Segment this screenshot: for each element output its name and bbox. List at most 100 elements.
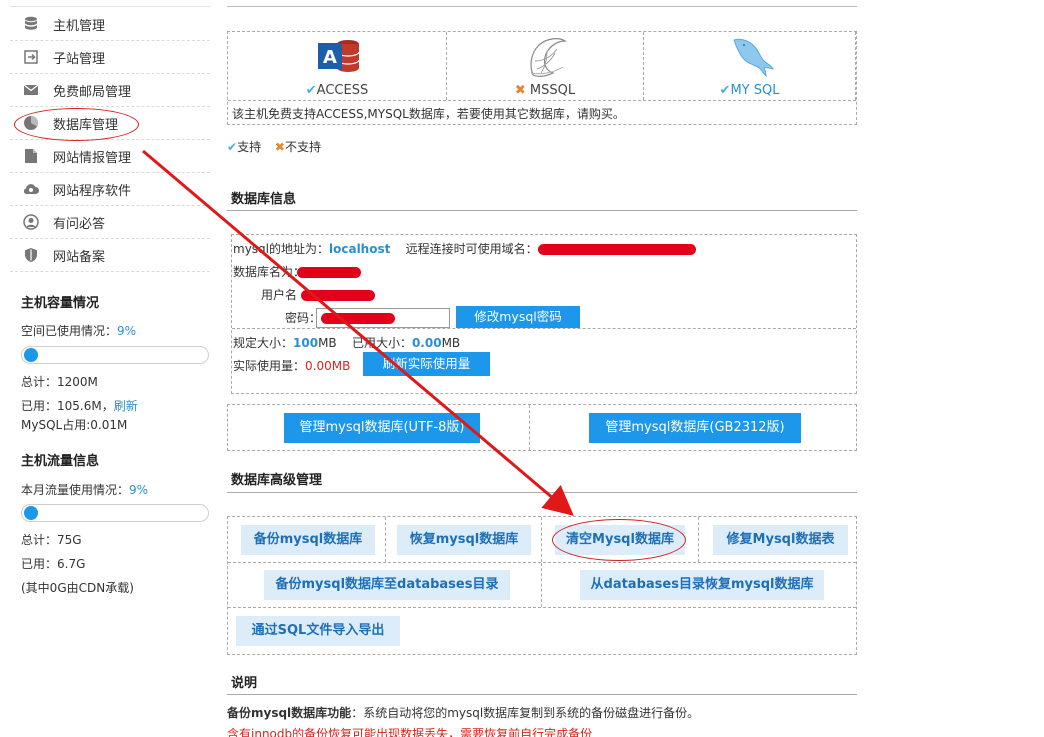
advanced-cell: 从databases目录恢复mysql数据库 [542,563,856,607]
advanced-management-title: 数据库高级管理 [231,473,323,488]
refresh-actual-usage-button[interactable]: 刷新实际使用量 [363,352,490,376]
username-line: 用户名 [261,286,376,303]
description-title: 说明 [231,676,258,691]
capacity-used-label: 空间已使用情况：9% [21,324,137,338]
advanced-cell: 备份mysql数据库至databases目录 [228,563,542,607]
sidebar-item-host-management[interactable]: 主机管理 [10,8,210,41]
sidebar-item-site-info-management[interactable]: 网站情报管理 [10,140,210,173]
database-info-panel: mysql的地址为：localhost 远程连接时可使用域名： 数据库名为： 用… [231,234,857,394]
sql-import-export-button[interactable]: 通过SQL文件导入导出 [236,616,400,646]
supported-check-icon: ✔ [305,83,317,98]
svg-text:A: A [323,47,337,68]
advanced-row-3: 通过SQL文件导入导出 [228,608,856,654]
backup-mysql-button[interactable]: 备份mysql数据库 [241,525,375,555]
mysql-dolphin-icon [730,34,776,82]
sidebar-item-label: 免费邮局管理 [53,84,132,100]
manage-gb2312-cell: 管理mysql数据库(GB2312版) [530,405,856,450]
traffic-progress-fill [24,506,38,520]
database-icon [20,16,42,32]
sidebar-item-database-management[interactable]: 数据库管理 [10,107,210,140]
capacity-used: 已用：105.6M，刷新 [21,399,138,413]
supported-check-icon: ✔ [719,83,731,98]
support-legend: ✔支持 ✖不支持 [227,140,321,154]
document-icon [20,148,42,164]
advanced-cell: 备份mysql数据库 [228,517,386,562]
traffic-title: 主机流量信息 [21,454,100,469]
mail-icon [20,83,42,97]
redacted-username [301,290,376,301]
access-logo-icon: A [316,38,362,78]
sidebar-item-label: 网站程序软件 [53,183,132,199]
capacity-refresh-link[interactable]: 刷新 [114,399,138,413]
dbtype-mssql-label: ✖ MSSQL [514,83,576,98]
mysql-address-line: mysql的地址为：localhost 远程连接时可使用域名： [233,240,696,257]
password-field[interactable] [316,308,450,328]
capacity-progress-fill [24,348,38,362]
section-divider [227,694,857,695]
manage-mysql-utf8-button[interactable]: 管理mysql数据库(UTF-8版) [284,413,480,443]
clear-mysql-button[interactable]: 清空Mysql数据库 [555,525,685,555]
manage-mysql-gb2312-button[interactable]: 管理mysql数据库(GB2312版) [589,413,801,443]
change-mysql-password-button[interactable]: 修改mysql密码 [456,306,580,328]
pie-chart-icon [20,115,42,131]
advanced-cell: 修复Mysql数据表 [699,517,856,562]
restore-mysql-button[interactable]: 恢复mysql数据库 [397,525,531,555]
manage-utf8-cell: 管理mysql数据库(UTF-8版) [228,405,530,450]
export-icon [20,49,42,65]
sidebar-item-label: 主机管理 [53,18,106,34]
backup-to-databases-dir-button[interactable]: 备份mysql数据库至databases目录 [264,570,510,600]
sidebar-item-site-filing[interactable]: 网站备案 [10,239,210,272]
main-top-divider [227,6,857,7]
shield-icon [20,247,42,263]
actual-usage-line: 实际使用量：0.00MB [233,359,351,373]
supported-check-icon: ✔ [227,140,238,154]
dbtype-mssql: ✖ MSSQL [447,32,644,100]
database-support-note: 该主机免费支持ACCESS,MYSQL数据库，若要使用其它数据库，请购买。 [228,100,856,124]
sidebar-item-label: 子站管理 [53,51,106,67]
traffic-used-percent: 9% [129,483,149,497]
unsupported-cross-icon: ✖ [514,83,526,98]
dbname-line: 数据库名为： [233,263,362,280]
main-content: A ✔ACCESS ✖ MSSQL ✔MY SQL 该主机免费支持ACCESS,… [227,0,857,737]
sidebar: 主机管理 子站管理 免费邮局管理 数据库管理 网站情报管理 网站程序软件 有问必… [10,0,210,737]
info-divider [232,328,856,329]
manage-database-panel: 管理mysql数据库(UTF-8版) 管理mysql数据库(GB2312版) [227,404,857,451]
advanced-management-panel: 备份mysql数据库 恢复mysql数据库 清空Mysql数据库 修复Mysql… [227,516,857,655]
capacity-title: 主机容量情况 [21,296,100,311]
section-divider [227,492,857,493]
mysql-address-value: localhost [329,242,391,256]
sidebar-item-site-software[interactable]: 网站程序软件 [10,173,210,206]
unsupported-cross-icon: ✖ [274,140,285,154]
database-type-panel: A ✔ACCESS ✖ MSSQL ✔MY SQL 该主机免费支持ACCESS,… [227,31,857,125]
restore-from-databases-dir-button[interactable]: 从databases目录恢复mysql数据库 [580,570,824,600]
repair-mysql-table-button[interactable]: 修复Mysql数据表 [713,525,848,555]
section-divider [227,210,857,211]
dbtype-mysql: ✔MY SQL [644,32,856,100]
capacity-total: 总计：1200M [21,375,98,389]
dbtype-mysql-label: ✔MY SQL [719,83,780,98]
quota-line: 规定大小：100MB 已用大小：0.00MB [233,336,461,350]
traffic-used: 已用：6.7G [21,557,86,571]
sidebar-item-label: 网站情报管理 [53,150,132,166]
redacted-password [321,312,395,324]
sidebar-item-subsite-management[interactable]: 子站管理 [10,41,210,74]
actual-usage-value: 0.00MB [305,359,351,373]
sidebar-item-mail-management[interactable]: 免费邮局管理 [10,74,210,107]
traffic-cdn-note: (其中0G由CDN承载) [21,581,134,595]
traffic-total: 总计：75G [21,533,82,547]
sidebar-top-divider [10,6,210,7]
dbtype-access: A ✔ACCESS [228,32,447,100]
capacity-mysql-usage: MySQL占用:0.01M [21,418,128,432]
dbtype-access-label: ✔ACCESS [305,83,369,98]
user-icon [20,214,42,230]
database-info-title: 数据库信息 [231,192,297,207]
sidebar-item-label: 有问必答 [53,216,106,232]
redacted-domain [537,244,696,255]
advanced-cell: 恢复mysql数据库 [386,517,542,562]
capacity-used-percent: 9% [117,324,137,338]
mssql-logo-icon [525,35,569,83]
sidebar-item-label: 网站备案 [53,249,106,265]
sidebar-item-faq[interactable]: 有问必答 [10,206,210,239]
innodb-warning: 含有innodb的备份恢复可能出现数据丢失，需要恢复前自行完成备份 [227,727,593,737]
traffic-progress-bar [21,504,209,522]
